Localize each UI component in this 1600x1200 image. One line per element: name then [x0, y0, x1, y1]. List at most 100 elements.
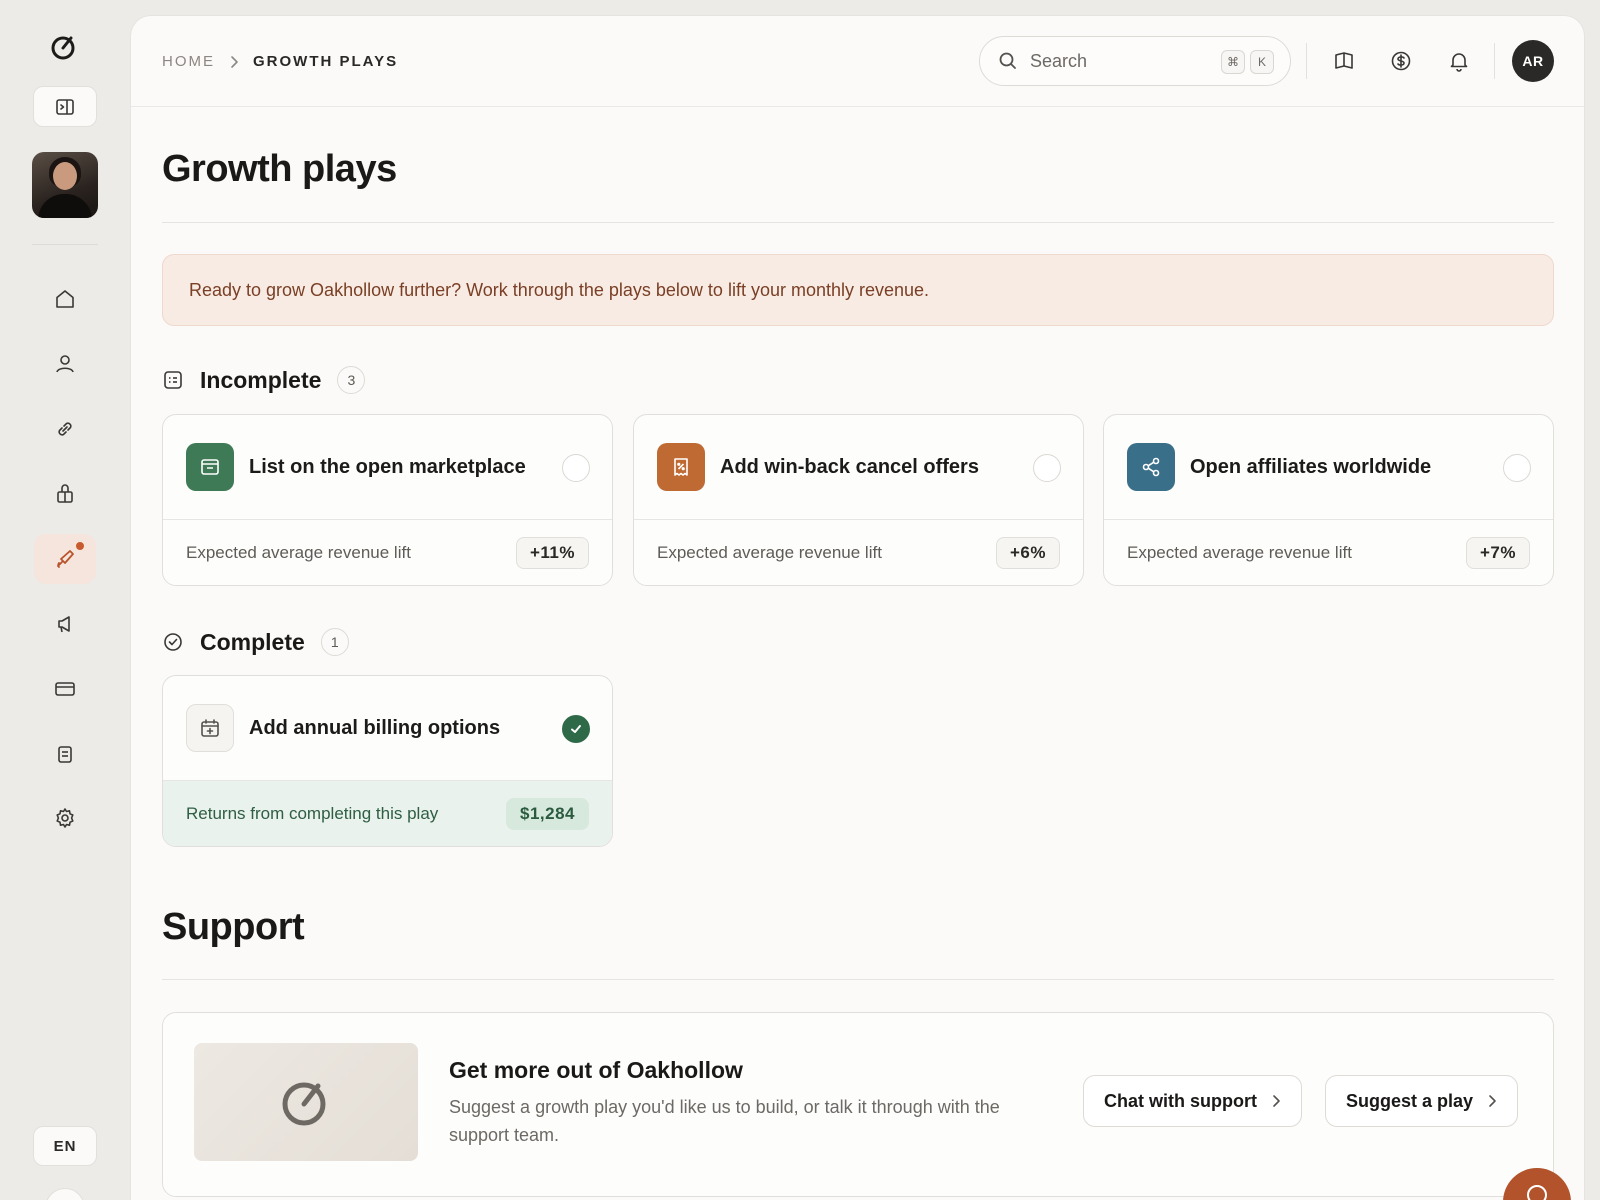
play-card-affiliates[interactable]: Open affiliates worldwide Expected avera…: [1103, 414, 1554, 586]
header-divider: [1306, 43, 1307, 79]
complete-count: 1: [320, 628, 349, 656]
search-input[interactable]: Search ⌘ K: [979, 36, 1291, 86]
nav-products[interactable]: [34, 469, 96, 519]
billing-button[interactable]: [1388, 48, 1414, 74]
header-divider: [1494, 43, 1495, 79]
play-title: Open affiliates worldwide: [1190, 455, 1432, 478]
storefront-icon: [186, 443, 234, 491]
bell-icon: [1450, 53, 1468, 72]
incomplete-label: Incomplete: [200, 366, 322, 393]
avatar-initials: AR: [1522, 53, 1544, 69]
incomplete-count: 3: [337, 366, 366, 394]
complete-section-header: Complete 1: [162, 628, 349, 656]
metric-value: +6%: [996, 537, 1060, 569]
nav-marketing[interactable]: [34, 599, 96, 649]
nav-billing[interactable]: [34, 664, 96, 714]
chevron-right-icon: [1273, 1095, 1280, 1107]
gear-icon: [56, 808, 74, 828]
title-divider: [162, 222, 1554, 223]
sidebar-toggle-icon: [56, 98, 74, 115]
link-icon: [58, 422, 72, 436]
nav-reports[interactable]: [34, 729, 96, 779]
user-icon: [56, 355, 74, 373]
nav-home[interactable]: [34, 274, 96, 324]
docs-button[interactable]: [1331, 48, 1357, 74]
play-card-marketplace[interactable]: List on the open marketplace Expected av…: [162, 414, 613, 586]
dollar-icon: [1391, 51, 1411, 71]
book-icon: [1335, 52, 1353, 69]
shortcut-key-cmd: ⌘: [1221, 50, 1245, 74]
notifications-button[interactable]: [1446, 48, 1472, 74]
metric-value: +7%: [1466, 537, 1530, 569]
list-icon: [164, 371, 182, 389]
suggest-a-play-label: Suggest a play: [1346, 1090, 1474, 1111]
home-icon: [56, 290, 74, 308]
complete-label: Complete: [200, 628, 305, 655]
chevron-right-icon: [229, 55, 239, 69]
metric-label: Expected average revenue lift: [657, 543, 882, 562]
left-rail: EN: [0, 0, 131, 1200]
suggest-a-play-button[interactable]: Suggest a play: [1325, 1075, 1519, 1127]
rail-divider: [32, 244, 98, 245]
clipboard-icon: [58, 746, 72, 763]
search-shortcut: ⌘ K: [1221, 50, 1274, 74]
page-title: Growth plays: [162, 148, 397, 190]
oakhollow-logo-icon[interactable]: [50, 33, 78, 61]
language-selector[interactable]: EN: [33, 1126, 97, 1166]
play-checkbox[interactable]: [562, 454, 590, 482]
support-thumbnail: [194, 1043, 418, 1161]
support-description: Suggest a growth play you'd like us to b…: [449, 1097, 1000, 1145]
check-circle-icon: [164, 633, 182, 651]
search-placeholder: Search: [1030, 50, 1088, 71]
rocket-icon: [57, 550, 74, 568]
play-title: List on the open marketplace: [249, 455, 526, 478]
metric-value: +11%: [515, 537, 589, 569]
nav-customers[interactable]: [34, 339, 96, 389]
check-icon: [571, 725, 581, 733]
banner-text: Ready to grow Oakhollow further? Work th…: [189, 279, 930, 300]
chat-with-support-label: Chat with support: [1104, 1090, 1257, 1111]
breadcrumb: HOME GROWTH PLAYS: [162, 53, 398, 70]
play-card-winback[interactable]: Add win-back cancel offers Expected aver…: [633, 414, 1084, 586]
incomplete-section-header: Incomplete 3: [162, 366, 366, 394]
workspace-avatar[interactable]: [32, 152, 98, 218]
support-divider: [162, 979, 1554, 980]
top-bar: HOME GROWTH PLAYS Search ⌘ K AR: [131, 16, 1584, 107]
user-avatar[interactable]: AR: [1512, 40, 1554, 82]
shortcut-key-k: K: [1250, 50, 1274, 74]
metric-label: Expected average revenue lift: [186, 543, 411, 562]
play-title: Add annual billing options: [249, 716, 501, 739]
chat-with-support-button[interactable]: Chat with support: [1083, 1075, 1302, 1127]
metric-value: $1,284: [506, 798, 589, 830]
nav-settings[interactable]: [34, 793, 96, 843]
play-checkbox[interactable]: [1503, 454, 1531, 482]
package-icon: [57, 484, 73, 503]
megaphone-icon: [58, 616, 70, 633]
play-card-annual-billing[interactable]: Add annual billing options Returns from …: [162, 675, 613, 847]
play-checkbox-checked[interactable]: [562, 715, 590, 743]
metric-label: Returns from completing this play: [186, 804, 439, 823]
play-checkbox[interactable]: [1033, 454, 1061, 482]
support-heading: Get more out of Oakhollow: [449, 1057, 743, 1083]
play-title: Add win-back cancel offers: [720, 455, 979, 478]
language-label: EN: [53, 1137, 77, 1155]
credit-card-icon: [55, 682, 75, 696]
nav-growth[interactable]: [34, 534, 96, 584]
notification-dot: [76, 542, 84, 550]
info-banner: Ready to grow Oakhollow further? Work th…: [162, 254, 1554, 326]
support-title: Support: [162, 906, 305, 948]
rail-bottom-button[interactable]: [45, 1188, 85, 1200]
breadcrumb-home[interactable]: HOME: [162, 53, 215, 70]
support-card: Get more out of Oakhollow Suggest a grow…: [162, 1012, 1554, 1197]
share-icon: [1127, 443, 1175, 491]
chat-bubble-icon: [1527, 1185, 1547, 1200]
main-panel: HOME GROWTH PLAYS Search ⌘ K AR Growth p…: [131, 16, 1584, 1200]
calendar-icon: [186, 704, 234, 752]
oakhollow-logo-icon: [282, 1082, 326, 1126]
metric-label: Expected average revenue lift: [1127, 543, 1352, 562]
search-icon: [999, 52, 1016, 69]
breadcrumb-current: GROWTH PLAYS: [253, 53, 399, 70]
chevron-right-icon: [1489, 1095, 1496, 1107]
nav-links[interactable]: [34, 404, 96, 454]
sidebar-toggle-button[interactable]: [33, 86, 97, 127]
